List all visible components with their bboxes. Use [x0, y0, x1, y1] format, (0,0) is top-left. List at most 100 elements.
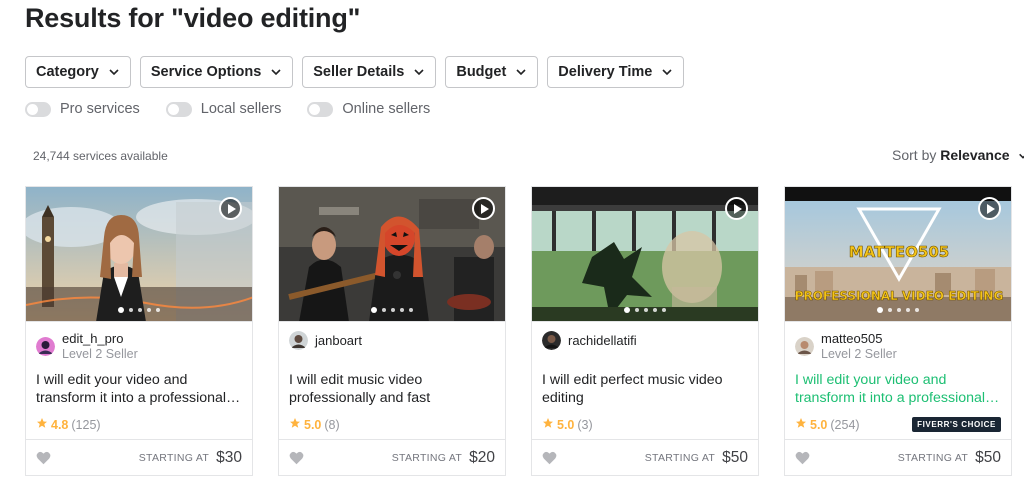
- starting-at-label: STARTING AT: [391, 451, 463, 464]
- sort-dropdown[interactable]: Sort by Relevance: [892, 147, 1024, 164]
- chevron-down-icon: [270, 66, 282, 78]
- seller-name[interactable]: matteo505: [821, 331, 897, 347]
- toggle-switch[interactable]: [25, 101, 51, 117]
- price: $30: [216, 448, 242, 466]
- sort-value: Relevance: [940, 147, 1010, 163]
- filter-label: Category: [36, 64, 99, 80]
- play-icon[interactable]: [725, 197, 748, 220]
- price-info[interactable]: STARTING AT $30: [139, 449, 242, 467]
- filter-bar: Category Service Options Seller Details …: [25, 56, 685, 88]
- chevron-down-icon: [1018, 148, 1024, 164]
- filter-service-options-button[interactable]: Service Options: [139, 56, 294, 88]
- rating-count: (8): [324, 417, 340, 432]
- carousel-dots[interactable]: [624, 307, 666, 313]
- filter-category-button[interactable]: Category: [25, 56, 131, 88]
- seller-level: Level 2 Seller: [62, 347, 138, 361]
- avatar[interactable]: [795, 337, 814, 356]
- gig-title[interactable]: I will edit your video and transform it …: [36, 371, 244, 407]
- carousel-dots[interactable]: [118, 307, 160, 313]
- avatar[interactable]: [289, 331, 308, 350]
- rating-count: (254): [830, 417, 860, 432]
- rating-score: 5.0: [304, 417, 322, 432]
- gig-title-text: I will edit your video and transform it …: [36, 372, 241, 406]
- heart-icon[interactable]: [542, 451, 557, 465]
- seller-info: edit_h_pro Level 2 Seller: [36, 331, 138, 362]
- chevron-down-icon: [515, 66, 527, 78]
- rating-count: (125): [71, 417, 101, 432]
- card-footer: STARTING AT $20: [279, 439, 505, 475]
- seller-info: matteo505 Level 2 Seller: [795, 331, 897, 362]
- chevron-down-icon: [108, 66, 120, 78]
- play-icon[interactable]: [472, 197, 495, 220]
- avatar[interactable]: [36, 337, 55, 356]
- gig-title-text: I will edit your video and transform it …: [795, 372, 1000, 406]
- online-sellers-toggle[interactable]: Online sellers: [307, 101, 430, 117]
- star-icon: [289, 417, 301, 432]
- avatar[interactable]: [542, 331, 561, 350]
- play-icon[interactable]: [219, 197, 242, 220]
- star-icon: [795, 417, 807, 432]
- toggle-switch[interactable]: [165, 101, 192, 117]
- gig-card-grid: edit_h_pro Level 2 Seller I will edit yo…: [25, 186, 1012, 476]
- gig-title[interactable]: I will edit music video professionally a…: [289, 371, 497, 407]
- filter-budget-button[interactable]: Budget: [445, 56, 539, 88]
- gig-title[interactable]: I will edit your video and transform it …: [795, 371, 1003, 407]
- carousel-dots[interactable]: [371, 307, 413, 313]
- gig-thumbnail[interactable]: [26, 187, 252, 322]
- seller-name[interactable]: edit_h_pro: [62, 331, 138, 347]
- heart-icon[interactable]: [289, 451, 304, 465]
- gig-rating: 5.0 (254): [795, 417, 860, 432]
- price-info[interactable]: STARTING AT $50: [645, 449, 748, 467]
- filter-delivery-time-button[interactable]: Delivery Time: [547, 56, 685, 88]
- star-icon: [36, 417, 48, 432]
- seller-info: janboart: [289, 331, 362, 350]
- starting-at-label: STARTING AT: [644, 451, 716, 464]
- rating-score: 5.0: [810, 417, 828, 432]
- toggle-switch[interactable]: [307, 101, 334, 117]
- rating-count: (3): [577, 417, 593, 432]
- gig-title[interactable]: I will edit perfect music video editing: [542, 371, 750, 407]
- card-footer: STARTING AT $50: [532, 439, 758, 475]
- rating-score: 5.0: [557, 417, 575, 432]
- gig-thumbnail[interactable]: MATTEO505 PROFESSIONAL VIDEO EDITING: [785, 187, 1011, 322]
- gig-card[interactable]: MATTEO505 PROFESSIONAL VIDEO EDITING mat…: [784, 186, 1012, 476]
- thumbnail-overlay-subtitle: PROFESSIONAL VIDEO EDITING: [795, 289, 1004, 303]
- gig-rating: 5.0 (3): [542, 417, 593, 432]
- seller-name[interactable]: rachidellatifi: [568, 331, 637, 350]
- filter-label: Delivery Time: [558, 64, 653, 80]
- price-info[interactable]: STARTING AT $50: [898, 449, 1001, 467]
- gig-card[interactable]: edit_h_pro Level 2 Seller I will edit yo…: [25, 186, 253, 476]
- gig-thumbnail[interactable]: [532, 187, 758, 322]
- toggle-row: Pro services Local sellers Online seller…: [25, 101, 430, 117]
- starting-at-label: STARTING AT: [897, 451, 969, 464]
- price: $50: [722, 448, 748, 466]
- price: $20: [469, 448, 495, 466]
- seller-info: rachidellatifi: [542, 331, 637, 350]
- heart-icon[interactable]: [36, 451, 51, 465]
- sort-prefix: Sort by: [892, 147, 937, 163]
- gig-card[interactable]: janboart I will edit music video profess…: [278, 186, 506, 476]
- price: $50: [975, 448, 1001, 466]
- seller-level: Level 2 Seller: [821, 347, 897, 361]
- play-icon[interactable]: [978, 197, 1001, 220]
- filter-label: Seller Details: [313, 64, 405, 80]
- toggle-label: Local sellers: [200, 101, 282, 117]
- chevron-down-icon: [413, 66, 425, 78]
- gig-card[interactable]: rachidellatifi I will edit perfect music…: [531, 186, 759, 476]
- page-title: Results for "video editing": [25, 3, 361, 33]
- pro-services-toggle[interactable]: Pro services: [25, 101, 140, 117]
- carousel-dots[interactable]: [877, 307, 919, 313]
- seller-name[interactable]: janboart: [315, 331, 362, 350]
- filter-seller-details-button[interactable]: Seller Details: [302, 56, 437, 88]
- toggle-label: Online sellers: [342, 101, 431, 117]
- gig-thumbnail[interactable]: [279, 187, 505, 322]
- rating-score: 4.8: [51, 417, 69, 432]
- fiverrs-choice-badge: FIVERR'S CHOICE: [912, 417, 1001, 432]
- star-icon: [542, 417, 554, 432]
- chevron-down-icon: [661, 66, 673, 78]
- local-sellers-toggle[interactable]: Local sellers: [165, 101, 282, 117]
- filter-label: Budget: [456, 64, 507, 80]
- heart-icon[interactable]: [795, 451, 810, 465]
- price-info[interactable]: STARTING AT $20: [392, 449, 495, 467]
- gig-title-text: I will edit music video professionally a…: [289, 372, 431, 406]
